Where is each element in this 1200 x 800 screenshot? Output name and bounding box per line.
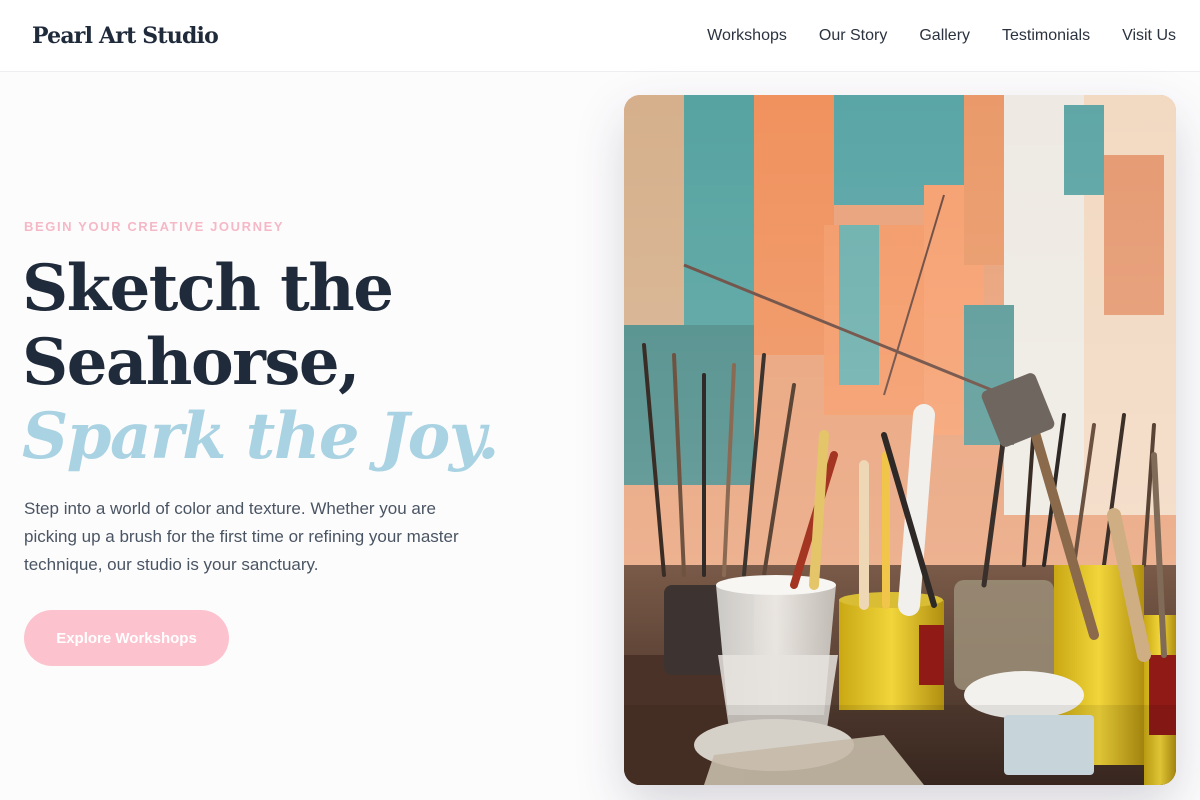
main-nav: Workshops Our Story Gallery Testimonials…: [675, 27, 1176, 45]
site-header: Pearl Art Studio Workshops Our Story Gal…: [0, 0, 1200, 72]
hero-description: Step into a world of color and texture. …: [24, 499, 459, 574]
headline-accent: Spark the Joy.: [22, 399, 499, 474]
nav-link-our-story[interactable]: Our Story: [819, 27, 887, 45]
headline-line-1: Sketch the: [22, 251, 394, 326]
hero-headline: Sketch the Seahorse, Spark the Joy.: [22, 252, 582, 474]
explore-workshops-button[interactable]: Explore Workshops: [24, 610, 229, 666]
nav-link-testimonials[interactable]: Testimonials: [1002, 27, 1090, 45]
nav-link-gallery[interactable]: Gallery: [919, 27, 970, 45]
hero-image: [624, 95, 1176, 785]
nav-link-visit-us[interactable]: Visit Us: [1122, 27, 1176, 45]
headline-line-2: Seahorse,: [22, 325, 360, 400]
hero-eyebrow: BEGIN YOUR CREATIVE JOURNEY: [24, 219, 285, 234]
nav-link-workshops[interactable]: Workshops: [707, 27, 787, 45]
brand-logo[interactable]: Pearl Art Studio: [32, 23, 219, 49]
